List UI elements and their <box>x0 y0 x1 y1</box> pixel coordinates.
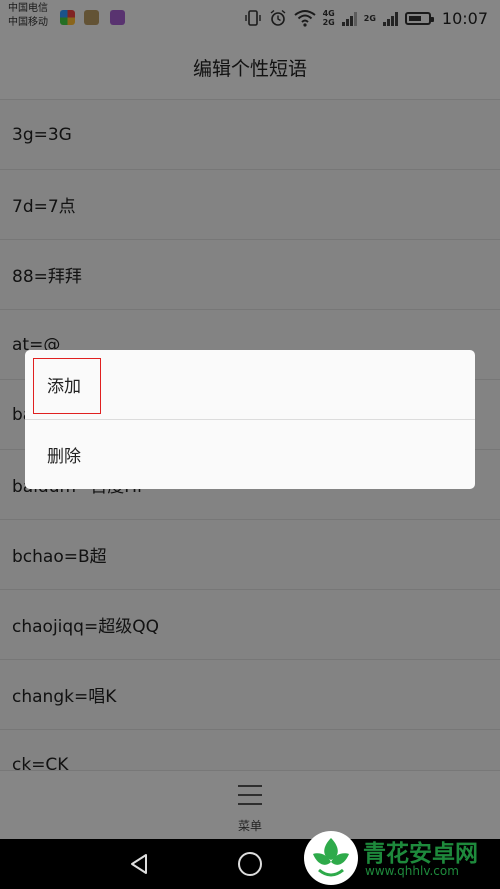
delete-menu-label: 删除 <box>47 447 81 467</box>
highlight-box <box>33 358 101 414</box>
watermark-name: 青花安卓网 <box>363 841 478 867</box>
delete-menu-item[interactable]: 删除 <box>25 420 475 489</box>
watermark: 青花安卓网 www.qhhlv.com <box>303 830 495 886</box>
context-menu: 添加 删除 <box>25 350 475 489</box>
watermark-url: www.qhhlv.com <box>365 864 459 878</box>
home-icon[interactable] <box>237 851 263 877</box>
back-icon[interactable] <box>127 852 151 876</box>
watermark-logo-icon <box>304 831 358 885</box>
